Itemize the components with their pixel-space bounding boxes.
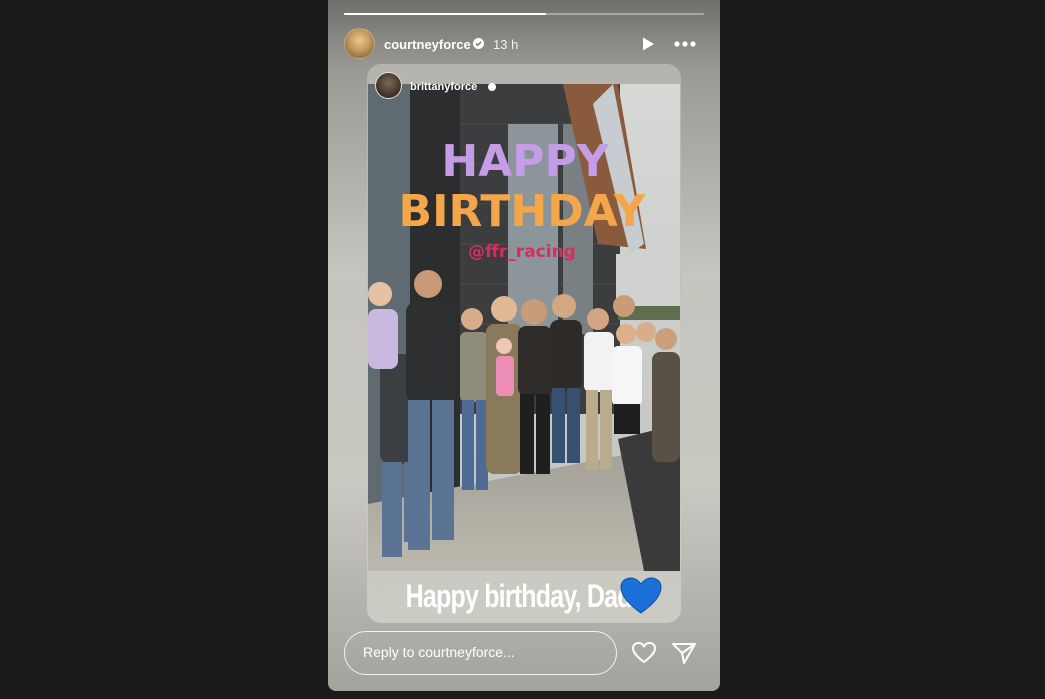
story-header: courtneyforce 13 h <box>344 28 704 60</box>
reshare-avatar[interactable] <box>375 72 402 99</box>
overlay-mention[interactable]: @ffr_racing <box>468 242 576 262</box>
reply-input[interactable] <box>363 644 603 660</box>
play-icon[interactable] <box>640 36 656 52</box>
reshare-username[interactable]: brittanyforce <box>410 81 477 93</box>
reply-field[interactable] <box>344 631 617 675</box>
family-photo-image: HAPPY BIRTHDAY @ffr_racing <box>368 84 680 571</box>
reshared-story-card[interactable]: HAPPY BIRTHDAY @ffr_racing brittanyforce… <box>367 64 681 623</box>
story-viewer: courtneyforce 13 h HAPPY BIRTHDAY @ffr_r… <box>0 0 1045 699</box>
overlay-birthday: BIRTHDAY <box>399 186 647 237</box>
heart-icon[interactable] <box>631 641 657 665</box>
send-icon[interactable] <box>671 641 697 665</box>
more-icon[interactable] <box>672 35 698 53</box>
overlay-happy: HAPPY <box>441 136 609 187</box>
blue-heart-icon <box>620 577 662 614</box>
post-time: 13 h <box>493 37 519 52</box>
author-avatar[interactable] <box>344 28 375 59</box>
story-photo: HAPPY BIRTHDAY @ffr_racing <box>368 84 680 571</box>
reshare-verified-badge-icon <box>488 83 496 91</box>
author-username[interactable]: courtneyforce <box>384 37 471 52</box>
story-progress-fill <box>344 13 546 15</box>
story-caption: Happy birthday, Dad! <box>405 578 640 614</box>
story-progress-bar <box>344 13 704 15</box>
story-frame[interactable]: courtneyforce 13 h HAPPY BIRTHDAY @ffr_r… <box>328 0 720 691</box>
verified-badge-icon <box>473 38 484 49</box>
